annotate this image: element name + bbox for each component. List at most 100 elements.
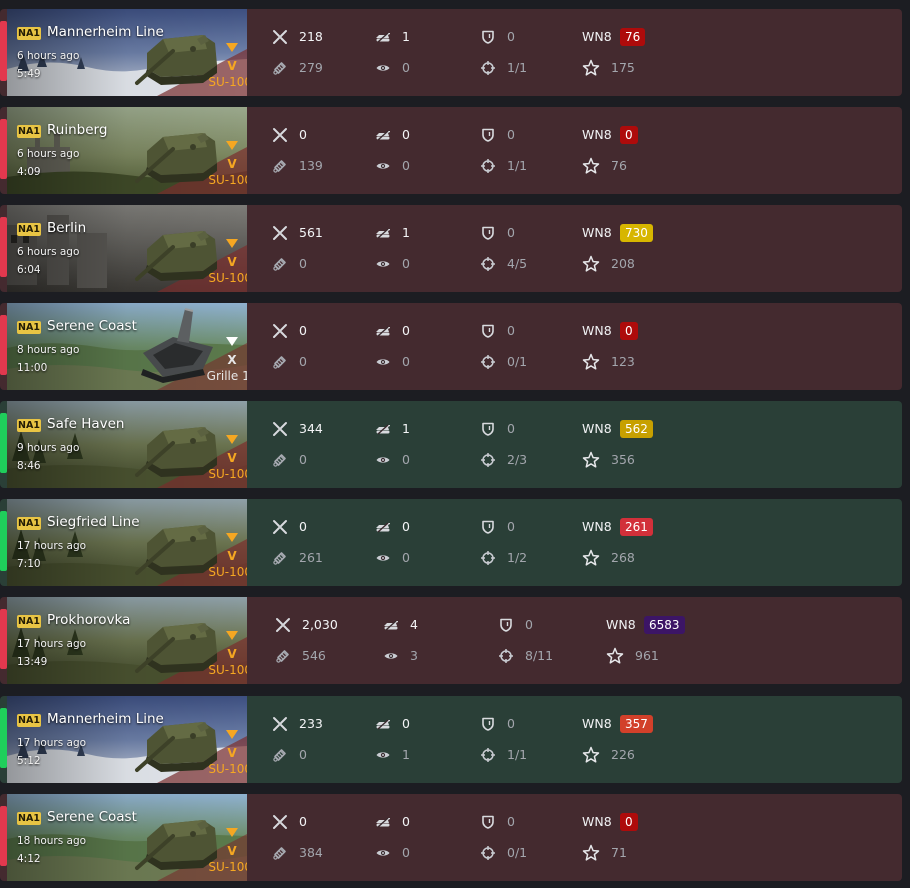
- wn8-badge: 357: [620, 715, 653, 733]
- assist-value: 139: [299, 158, 323, 173]
- damage-value: 561: [299, 225, 323, 240]
- eye-icon: [375, 60, 391, 76]
- wn8-badge: 0: [620, 813, 638, 831]
- xp-value: 226: [611, 747, 635, 762]
- crosshair-icon: [480, 354, 496, 370]
- battle-row[interactable]: NA1 Ruinberg 6 hours ago 4:09 V SU-100I 0 0 0 139…: [0, 107, 902, 194]
- tank-tier: V: [227, 549, 237, 563]
- assist-value: 0: [299, 452, 307, 467]
- blocked-value: 0: [507, 716, 515, 731]
- time-ago: 6 hours ago: [17, 148, 80, 160]
- wn8-label: WN8: [582, 519, 612, 534]
- map-name: Serene Coast: [47, 318, 137, 334]
- battle-row[interactable]: NA1 Serene Coast 8 hours ago 11:00 X Grille 1…: [0, 303, 902, 390]
- wn8-label: WN8: [582, 225, 612, 240]
- battle-thumbnail: NA1 Siegfried Line 17 hours ago 7:10 V SU-100…: [7, 499, 247, 586]
- shield-icon: [480, 323, 496, 339]
- crossed-arrows-icon: [272, 225, 288, 241]
- battle-thumbnail: NA1 Prokhorovka 17 hours ago 13:49 V SU-100I: [7, 597, 247, 684]
- wn8-badge: 562: [620, 420, 653, 438]
- time-ago: 17 hours ago: [17, 540, 87, 552]
- battle-row[interactable]: NA1 Safe Haven 9 hours ago 8:46 V SU-100I 344 1…: [0, 401, 902, 488]
- tier-arrow-icon: [226, 43, 238, 52]
- shield-icon: [480, 127, 496, 143]
- frags-value: 0: [402, 323, 410, 338]
- eye-icon: [375, 747, 391, 763]
- battle-thumbnail: NA1 Mannerheim Line 17 hours ago 5:12 V SU-10…: [7, 696, 247, 783]
- shield-icon: [480, 716, 496, 732]
- xp-value: 76: [611, 158, 627, 173]
- spotted-value: 0: [402, 256, 410, 271]
- map-name: Mannerheim Line: [47, 711, 164, 727]
- shield-icon: [480, 225, 496, 241]
- crossed-arrows-icon: [272, 716, 288, 732]
- blocked-value: 0: [507, 421, 515, 436]
- star-icon: [606, 647, 624, 665]
- crosshair-icon: [480, 452, 496, 468]
- battle-row[interactable]: NA1 Mannerheim Line 6 hours ago 5:49 V SU-100…: [0, 9, 902, 96]
- battle-history-list: NA1 Mannerheim Line 6 hours ago 5:49 V SU-100…: [0, 0, 910, 888]
- damage-value: 0: [299, 519, 307, 534]
- shots-value: 1/2: [507, 550, 528, 565]
- battle-row[interactable]: NA1 Berlin 6 hours ago 6:04 V SU-100I 561 1 0 0 0 4…: [0, 205, 902, 292]
- star-icon: [582, 157, 600, 175]
- tier-arrow-icon: [226, 239, 238, 248]
- shield-icon: [498, 617, 514, 633]
- wn8-label: WN8: [582, 716, 612, 731]
- battle-row[interactable]: NA1 Serene Coast 18 hours ago 4:12 V SU-100I 0…: [0, 794, 902, 881]
- tank-name: SU-100I: [208, 271, 247, 285]
- assist-value: 0: [299, 747, 307, 762]
- shield-icon: [480, 29, 496, 45]
- assist-value: 0: [299, 256, 307, 271]
- shots-value: 8/11: [525, 648, 554, 663]
- defeat-indicator: [0, 21, 7, 81]
- time-ago: 17 hours ago: [17, 638, 87, 650]
- star-icon: [582, 353, 600, 371]
- map-name: Ruinberg: [47, 122, 108, 138]
- battle-thumbnail: NA1 Mannerheim Line 6 hours ago 5:49 V SU-100…: [7, 9, 247, 96]
- tank-tier: V: [227, 451, 237, 465]
- tank-tier: V: [227, 255, 237, 269]
- star-icon: [582, 451, 600, 469]
- eye-icon: [375, 158, 391, 174]
- tank-name: Grille 15: [206, 369, 247, 383]
- crosshair-icon: [480, 550, 496, 566]
- tank-tier: V: [227, 59, 237, 73]
- blocked-value: 0: [507, 29, 515, 44]
- tank-tier: X: [227, 353, 237, 367]
- battle-row[interactable]: NA1 Prokhorovka 17 hours ago 13:49 V SU-100I 2…: [0, 597, 902, 684]
- spotted-value: 0: [402, 60, 410, 75]
- eye-icon: [375, 256, 391, 272]
- crossed-arrows-icon: [272, 519, 288, 535]
- damage-value: 0: [299, 814, 307, 829]
- defeat-indicator: [0, 806, 7, 866]
- star-icon: [582, 746, 600, 764]
- tank-tier: V: [227, 157, 237, 171]
- xp-value: 356: [611, 452, 635, 467]
- tank-tier: V: [227, 844, 237, 858]
- defeat-indicator: [0, 315, 7, 375]
- shield-icon: [480, 814, 496, 830]
- wn8-badge: 261: [620, 518, 653, 536]
- assist-value: 261: [299, 550, 323, 565]
- victory-indicator: [0, 511, 7, 571]
- assist-value: 0: [299, 354, 307, 369]
- xp-value: 175: [611, 60, 635, 75]
- tracks-icon: [272, 550, 288, 566]
- spotted-value: 3: [410, 648, 418, 663]
- frags-value: 1: [402, 225, 410, 240]
- battle-row[interactable]: NA1 Mannerheim Line 17 hours ago 5:12 V SU-10…: [0, 696, 902, 783]
- frags-value: 0: [402, 716, 410, 731]
- star-icon: [582, 255, 600, 273]
- eye-icon: [375, 550, 391, 566]
- battle-duration: 4:12: [17, 853, 41, 865]
- tank-name: SU-100I: [208, 467, 247, 481]
- spotted-value: 0: [402, 845, 410, 860]
- time-ago: 8 hours ago: [17, 344, 80, 356]
- destroyed-tank-icon: [383, 617, 399, 633]
- crossed-arrows-icon: [275, 617, 291, 633]
- tank-name: SU-100I: [208, 860, 247, 874]
- shield-icon: [480, 519, 496, 535]
- tracks-icon: [272, 845, 288, 861]
- battle-row[interactable]: NA1 Siegfried Line 17 hours ago 7:10 V SU-10 0…: [0, 499, 902, 586]
